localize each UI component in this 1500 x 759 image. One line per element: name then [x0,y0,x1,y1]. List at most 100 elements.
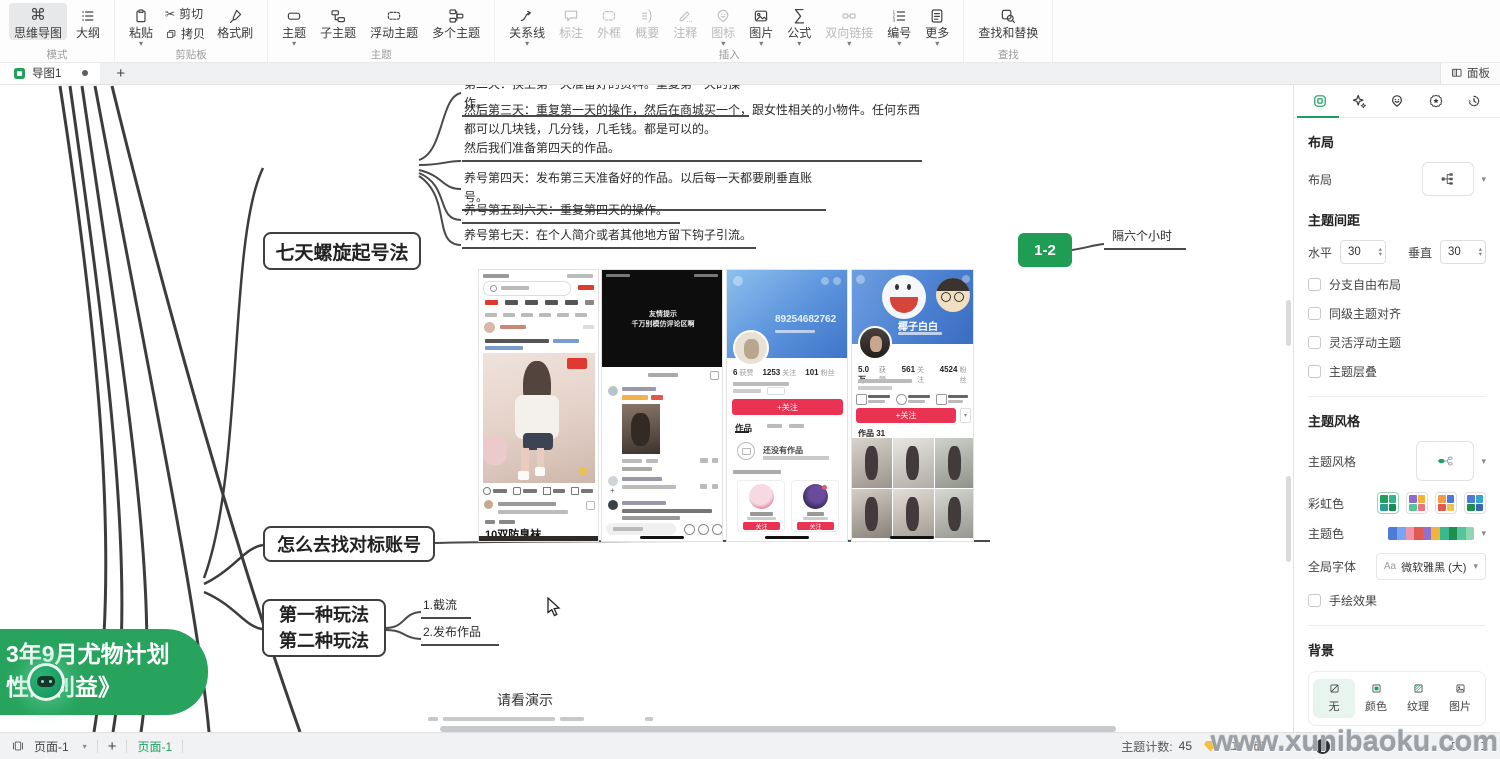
toolbar-item-formula[interactable]: ∑公式▾ [782,3,816,47]
new-tab-button[interactable]: + [100,62,141,84]
toolbar-item-image[interactable]: 图片▾ [744,3,778,47]
layout-checkbox-row[interactable]: 主题层叠 [1308,363,1486,380]
topic-demo[interactable]: 请看演示 [497,690,553,710]
toolbar-item-outline[interactable]: 大纲 [71,3,105,40]
profile-avatar [858,326,892,360]
toolbar-item-cut[interactable]: ✂剪切 [162,6,208,22]
tab-history-icon[interactable] [1463,90,1485,112]
toolbar-item-relation[interactable]: 关系线▾ [504,3,550,47]
bgimage-icon [1455,683,1466,694]
toolbar-item-findreplace[interactable]: 查找和替换 [973,3,1043,40]
toolbar-item-subtopic[interactable]: 子主题 [315,3,361,40]
toolbar-item-label: 关系线 [509,26,545,40]
toolbar-item-mindmap[interactable]: ⌘思维导图 [9,3,67,40]
link-icon [841,5,857,26]
mouse-cursor [547,597,565,617]
suggested-user-card[interactable]: 关注 [791,480,839,532]
chevron-down-icon[interactable]: ▾ [1481,456,1486,467]
vertical-spacing-stepper[interactable]: 30▴▾ [1440,240,1486,264]
horizontal-spacing-stepper[interactable]: 30▴▾ [1340,240,1386,264]
handdrawn-checkbox-row[interactable]: 手绘效果 [1308,592,1486,609]
video-tip-line2: 千万别模仿评论区啊 [602,320,723,330]
toolbar-item-paste[interactable]: 粘贴▾ [124,3,158,47]
mindmap-canvas[interactable]: 七天螺旋起号法 第二天：换上第一天准备好的资料。重复第一天的操作。 然后第三天：… [0,84,1293,733]
rainbow-palette-button[interactable] [1464,492,1486,514]
profile-name: 椰子白白 [898,318,938,333]
follow-more-button[interactable]: ▾ [960,408,971,423]
chevron-down-icon[interactable]: ▾ [1481,174,1486,185]
card-follow-button[interactable]: 关注 [797,522,834,530]
page-dropdown[interactable]: 页面-1▾ [34,738,87,755]
follow-button[interactable]: +关注 [732,399,843,415]
rainbow-palette-button[interactable] [1406,492,1428,514]
rainbow-palette-button[interactable] [1435,492,1457,514]
svg-text:3: 3 [893,17,896,22]
chevron-down-icon[interactable]: ▾ [1481,528,1486,539]
bg-option-bgnone[interactable]: 无 [1313,679,1355,718]
toolbar-group-label: 剪贴板 [124,49,258,62]
checkbox [1308,594,1321,607]
tab-sticker-icon[interactable] [1386,90,1408,112]
topic-day7[interactable]: 养号第七天：在个人简介或者其他地方留下钩子引流。 [462,226,756,249]
layout-checkbox-row[interactable]: 分支自由布局 [1308,276,1486,293]
rainbow-palette-button[interactable] [1377,492,1399,514]
card-follow-button[interactable]: 关注 [743,522,780,530]
toolbar-item-link: 双向链接▾ [820,3,878,47]
topic-interval[interactable]: 隔六个小时 [1104,227,1186,250]
topic-1-2[interactable]: 1-2 [1018,233,1072,267]
topic-find-benchmark-account[interactable]: 怎么去找对标账号 [263,526,435,562]
theme-color-strip[interactable] [1388,527,1474,540]
emoji-icon [684,524,695,535]
tab-badge-icon[interactable] [1425,90,1447,112]
topic-intercept[interactable]: 1.截流 [421,596,471,619]
topic-play-methods[interactable]: 第一种玩法 第二种玩法 [262,599,386,657]
follow-button[interactable]: +关注 [856,408,956,423]
bg-option-bgcolor[interactable]: 颜色 [1355,679,1397,718]
add-page-button[interactable]: + [108,738,117,755]
screenshot-video-comments[interactable]: 友情提示 千万别模仿评论区啊 + [601,269,723,542]
ai-assistant-button[interactable] [27,663,65,701]
spacing-section-title: 主题间距 [1308,210,1486,229]
page-manager-icon[interactable] [12,740,24,752]
toolbar-item-brush[interactable]: 格式刷 [212,3,258,40]
font-aa-icon: Aa [1384,561,1396,572]
rainbow-label: 彩虹色 [1308,495,1344,512]
toolbar-item-label: 大纲 [76,26,100,40]
toolbar-item-floating[interactable]: 浮动主题 [365,3,423,40]
panel-toggle-button[interactable]: 面板 [1440,62,1500,84]
layout-checkbox-row[interactable]: 同级主题对齐 [1308,305,1486,322]
screenshot-douyin-profile-empty[interactable]: 89254682762 6获赞1253关注101粉丝 +关注 作品 还没有作品 [726,269,848,542]
topic-seven-day-method[interactable]: 七天螺旋起号法 [263,232,421,270]
topic-publish-works[interactable]: 2.发布作品 [421,623,499,646]
toolbar-group: ⌘思维导图大纲模式 [0,0,115,62]
cut-icon: ✂ [165,7,175,21]
bg-option-label: 纹理 [1407,698,1429,714]
topic-day5-6[interactable]: 养号第五到六天：重复第四天的操作。 [462,201,680,224]
toolbar-item-copy[interactable]: 拷贝 [162,26,208,42]
global-font-dropdown[interactable]: Aa 微软雅黑 (大) ▾ [1376,553,1486,580]
toolbar-item-multi[interactable]: 多个主题 [427,3,485,40]
toolbar-item-number[interactable]: 123编号▾ [882,3,916,47]
layout-checkbox-row[interactable]: 灵活浮动主题 [1308,334,1486,351]
bg-option-bgimage[interactable]: 图片 [1439,679,1481,718]
suggested-user-card[interactable]: 关注 [737,480,785,532]
topic-day3[interactable]: 然后第三天：重复第一天的操作，然后在商城买一个，跟女性相关的小物件。任何东西 都… [462,101,922,162]
checkbox [1308,365,1321,378]
vertical-scrollbar[interactable] [1286,476,1291,562]
screenshot-xiaohongshu-feed[interactable]: 10双防臭袜 [478,269,599,542]
tab-map1[interactable]: 导图1 [0,62,100,84]
bg-option-bgtexture[interactable]: 纹理 [1397,679,1439,718]
screenshot-douyin-profile-works[interactable]: 椰子白白 5.0万获赞561关注4524粉丝 +关注 ▾ 作品 31 [851,269,974,542]
vertical-scrollbar[interactable] [1286,300,1291,346]
tab-ai-sparkle-icon[interactable] [1348,90,1370,112]
toolbar-item-more[interactable]: 更多▾ [920,3,954,47]
note-icon [677,5,693,26]
product-thumbs-strip [479,536,599,542]
toolbar-item-label: 查找和替换 [978,26,1038,40]
page-tab-active[interactable]: 页面-1 [137,738,172,755]
toolbar-item-topic[interactable]: 主题▾ [277,3,311,47]
toolbar-item-label: 子主题 [320,26,356,40]
layout-dropdown[interactable] [1422,162,1474,196]
tab-style-card-icon[interactable] [1309,90,1331,112]
theme-style-dropdown[interactable] [1416,441,1474,481]
